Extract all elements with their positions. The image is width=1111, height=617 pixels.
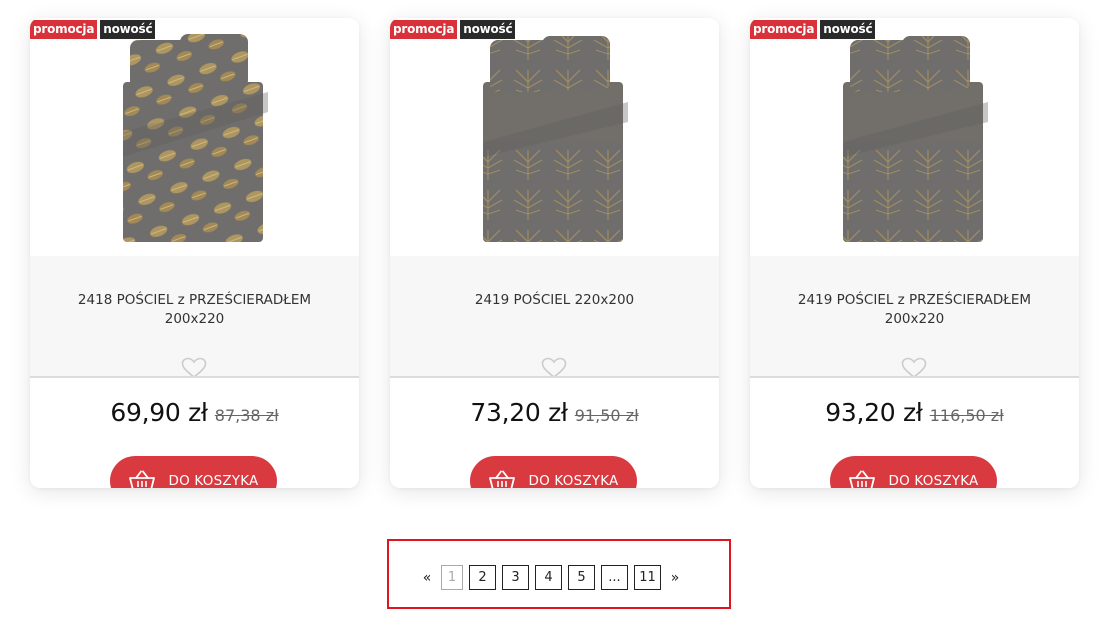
pagination-highlight: « 1 2 3 4 5 ... 11 » <box>387 539 731 609</box>
old-price: 91,50 zł <box>574 406 639 425</box>
divider <box>750 376 1079 378</box>
add-to-cart-button[interactable]: DO KOSZYKA <box>470 456 637 488</box>
product-info: 2419 POŚCIEL z PRZEŚCIERADŁEM 200x220 <box>750 256 1079 379</box>
add-to-cart-button[interactable]: DO KOSZYKA <box>830 456 997 488</box>
product-image[interactable] <box>30 18 359 256</box>
bedding-image <box>483 36 628 242</box>
page-link[interactable]: 2 <box>469 565 496 590</box>
new-badge: nowość <box>820 20 876 39</box>
pagination-prev[interactable]: « <box>419 570 435 586</box>
current-price: 69,90 zł <box>110 398 208 427</box>
product-title[interactable]: 2419 POŚCIEL 220x200 <box>410 291 699 310</box>
add-to-cart-button[interactable]: DO KOSZYKA <box>110 456 277 488</box>
bedding-image <box>123 34 268 242</box>
product-card[interactable]: promocja nowość 2419 POŚCIEL z PRZEŚCIER… <box>750 18 1079 488</box>
current-price: 93,20 zł <box>825 398 923 427</box>
product-image[interactable] <box>390 18 719 256</box>
price-row: 69,90 zł 87,38 zł <box>30 398 359 427</box>
promo-badge: promocja <box>30 20 98 39</box>
basket-icon <box>488 470 515 488</box>
page-link-current[interactable]: 1 <box>441 565 463 590</box>
divider <box>390 376 719 378</box>
add-to-cart-label: DO KOSZYKA <box>888 473 979 488</box>
bedding-image <box>843 36 988 242</box>
page-link[interactable]: 4 <box>535 565 562 590</box>
promo-badge: promocja <box>390 20 458 39</box>
add-to-cart-label: DO KOSZYKA <box>528 473 619 488</box>
pagination-next[interactable]: » <box>667 570 683 586</box>
badge-group: promocja nowość <box>750 20 876 39</box>
pagination: « 1 2 3 4 5 ... 11 » <box>419 565 683 590</box>
promo-badge: promocja <box>750 20 818 39</box>
product-card[interactable]: promocja nowość 2419 POŚCIEL 220x200 73,… <box>390 18 719 488</box>
product-card[interactable]: promocja nowość 2418 POŚCIEL z PRZEŚCIER… <box>30 18 359 488</box>
new-badge: nowość <box>100 20 156 39</box>
badge-group: promocja nowość <box>390 20 516 39</box>
price-row: 93,20 zł 116,50 zł <box>750 398 1079 427</box>
old-price: 87,38 zł <box>214 406 279 425</box>
product-info: 2419 POŚCIEL 220x200 <box>390 256 719 379</box>
add-to-cart-label: DO KOSZYKA <box>168 473 259 488</box>
page-link-last[interactable]: 11 <box>634 565 661 590</box>
product-image[interactable] <box>750 18 1079 256</box>
product-title[interactable]: 2419 POŚCIEL z PRZEŚCIERADŁEM 200x220 <box>770 291 1059 329</box>
basket-icon <box>128 470 155 488</box>
divider <box>30 376 359 378</box>
new-badge: nowość <box>460 20 516 39</box>
page-link[interactable]: 3 <box>502 565 529 590</box>
current-price: 73,20 zł <box>470 398 568 427</box>
page-link[interactable]: 5 <box>568 565 595 590</box>
product-info: 2418 POŚCIEL z PRZEŚCIERADŁEM 200x220 <box>30 256 359 379</box>
price-row: 73,20 zł 91,50 zł <box>390 398 719 427</box>
product-title[interactable]: 2418 POŚCIEL z PRZEŚCIERADŁEM 200x220 <box>50 291 339 329</box>
badge-group: promocja nowość <box>30 20 156 39</box>
basket-icon <box>848 470 875 488</box>
page-ellipsis[interactable]: ... <box>601 565 628 590</box>
old-price: 116,50 zł <box>929 406 1004 425</box>
